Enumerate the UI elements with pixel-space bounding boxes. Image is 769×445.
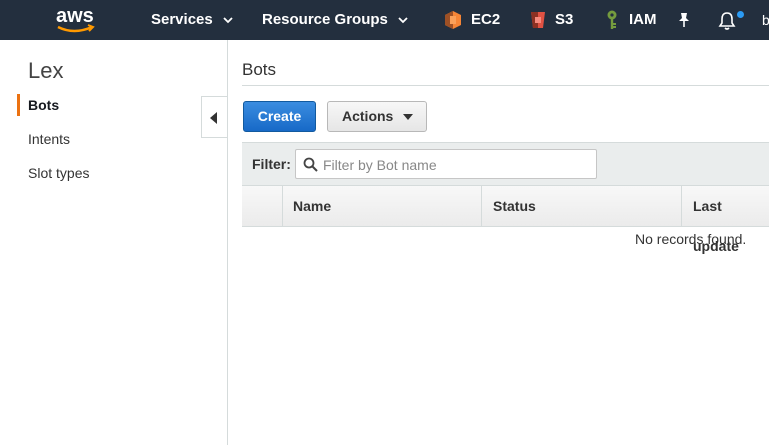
notification-dot (737, 11, 744, 18)
filter-input[interactable] (321, 154, 595, 176)
shortcut-iam[interactable]: IAM (605, 0, 657, 40)
services-label: Services (151, 11, 213, 28)
actions-label: Actions (342, 108, 394, 124)
column-header-status[interactable]: Status (493, 186, 536, 226)
column-header-name[interactable]: Name (293, 186, 331, 226)
column-divider (282, 186, 283, 226)
table-header: Name Status Last update (242, 186, 769, 254)
filter-label: Filter: (252, 156, 291, 172)
resource-groups-label: Resource Groups (262, 11, 388, 28)
sidebar-item-intents[interactable]: Intents (28, 131, 70, 147)
page-title: Bots (242, 60, 277, 79)
resource-groups-menu[interactable]: Resource Groups (262, 0, 408, 40)
actions-dropdown[interactable]: Actions (327, 101, 427, 132)
iam-icon (607, 10, 617, 30)
aws-logo-mark: aws (56, 5, 95, 33)
active-indicator (17, 94, 20, 116)
sidebar-item-slot-types[interactable]: Slot types (28, 165, 89, 181)
sidebar: Lex Bots Intents Slot types (0, 40, 228, 445)
shortcut-ec2[interactable]: EC2 (443, 0, 500, 40)
bell-icon (718, 12, 736, 30)
aws-logo-text: aws (56, 5, 94, 27)
sidebar-title: Lex (28, 58, 64, 83)
services-menu[interactable]: Services (151, 0, 233, 40)
s3-icon (531, 12, 545, 29)
sidebar-item-bots[interactable]: Bots (28, 97, 59, 113)
shortcut-iam-label: IAM (629, 11, 657, 28)
chevron-left-icon (210, 112, 217, 124)
column-divider (681, 186, 682, 226)
shortcut-s3-label: S3 (555, 11, 574, 28)
column-divider (481, 186, 482, 226)
title-divider (242, 85, 769, 86)
search-icon (303, 157, 318, 172)
empty-table-message: No records found. (635, 231, 747, 247)
notifications-button[interactable] (718, 11, 736, 36)
ec2-icon (445, 11, 461, 30)
pin-button[interactable] (677, 12, 691, 33)
shortcut-s3[interactable]: S3 (529, 0, 573, 40)
chevron-down-icon (398, 17, 408, 24)
account-menu[interactable]: b (762, 0, 769, 40)
filter-bar: Filter: (242, 142, 769, 186)
chevron-down-icon (223, 17, 233, 24)
caret-down-icon (403, 114, 413, 120)
column-header-last-update[interactable]: Last update (693, 186, 769, 254)
pin-icon (679, 13, 689, 27)
filter-input-box[interactable] (295, 149, 597, 179)
top-navigation-bar: aws Services Resource Groups EC2 S3 IAM … (0, 0, 769, 40)
aws-logo[interactable]: aws (52, 4, 102, 36)
shortcut-ec2-label: EC2 (471, 11, 501, 28)
create-button[interactable]: Create (243, 101, 316, 132)
collapse-sidebar-button[interactable] (201, 96, 227, 138)
